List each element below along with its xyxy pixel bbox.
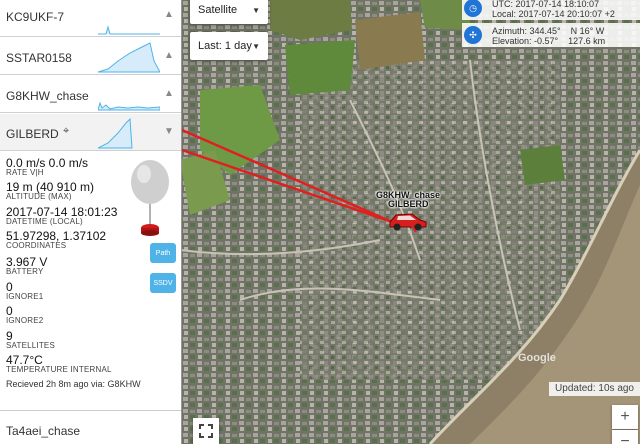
battery-label: BATTERY — [6, 267, 44, 276]
fullscreen-icon — [199, 424, 213, 438]
balloon-name: GILBERD — [6, 127, 59, 141]
altitude-label: ALTITUDE (MAX) — [6, 192, 72, 201]
time-range-select[interactable]: Last: 1 day ▼ — [190, 32, 268, 60]
rate-label: RATE V|H — [6, 168, 44, 177]
balloon-name: SSTAR0158 — [6, 51, 72, 65]
altitude-sparkline — [98, 101, 160, 111]
balloon-icon — [131, 160, 169, 236]
satellites-label: SATELLITES — [6, 341, 55, 350]
time-range-value: Last: 1 day — [198, 40, 252, 52]
chase-car-icon[interactable] — [386, 210, 428, 232]
received-status: Recieved 2h 8m ago via: G8KHW — [6, 379, 141, 389]
utc-time: UTC: 2017-07-14 18:10:07 — [492, 0, 600, 9]
temperature-label: TEMPERATURE INTERNAL — [6, 365, 112, 374]
updated-status: Updated: 10s ago — [549, 382, 640, 396]
balloon-item-kc9ukf-7[interactable]: KC9UKF-7 ▲ — [0, 0, 181, 37]
datetime-label: DATETIME (LOCAL) — [6, 217, 83, 226]
path-button[interactable]: Path — [150, 243, 176, 263]
fullscreen-button[interactable] — [193, 418, 219, 444]
zoom-out-button[interactable]: − — [612, 430, 638, 444]
balloon-item-sstar0158[interactable]: SSTAR0158 ▲ — [0, 38, 181, 75]
azimuth-value: Azimuth: 344.45° — [492, 26, 561, 36]
direction-value: N 16° W — [570, 26, 605, 36]
ssdv-button[interactable]: SSDV — [150, 273, 176, 293]
ignore2-label: IGNORE2 — [6, 316, 44, 325]
altitude-sparkline — [98, 25, 160, 35]
chevron-down-icon: ▼ — [252, 41, 260, 51]
coordinates-label: COORDINATES — [6, 241, 67, 250]
google-watermark: Google — [518, 352, 556, 364]
distance-value: 127.6 km — [568, 36, 606, 46]
balloon-name: KC9UKF-7 — [6, 10, 65, 24]
elevation-value: Elevation: -0.57° — [492, 36, 559, 46]
collapse-arrow-icon[interactable]: ▲ — [164, 88, 174, 99]
altitude-sparkline — [98, 117, 133, 149]
map-type-value: Satellite — [198, 4, 238, 16]
time-info-box: ◷ UTC: 2017-07-14 18:10:07 Local: 2017-0… — [462, 0, 640, 20]
target-icon[interactable]: ⌖ — [63, 125, 69, 138]
ignore1-label: IGNORE1 — [6, 292, 44, 301]
collapse-arrow-icon[interactable]: ▲ — [164, 9, 174, 20]
collapse-arrow-icon[interactable]: ▲ — [164, 50, 174, 61]
compass-icon: ✣ — [464, 26, 482, 44]
map-type-select[interactable]: Satellite ▼ — [190, 0, 268, 24]
balloon-name: Ta4aei_chase — [6, 424, 81, 438]
local-time: Local: 2017-07-14 20:10:07 +2 — [492, 9, 615, 19]
altitude-sparkline — [98, 42, 160, 73]
balloon-details: 0.0 m/s 0.0 m/s RATE V|H 19 m (40 910 m)… — [0, 150, 181, 408]
sidebar: KC9UKF-7 ▲ SSTAR0158 ▲ G8KHW_chase ▲ GIL… — [0, 0, 182, 444]
look-angles-box: ✣ Azimuth: 344.45° N 16° W Elevation: -0… — [462, 23, 640, 47]
payload-label: GILBERD — [388, 199, 429, 209]
balloon-item-g8khw-chase[interactable]: G8KHW_chase ▲ — [0, 76, 181, 113]
balloon-item-ta4aei-chase[interactable]: Ta4aei_chase — [0, 410, 181, 444]
expand-arrow-icon[interactable]: ▼ — [164, 126, 174, 137]
balloon-item-gilberd[interactable]: GILBERD ⌖ ▼ — [0, 114, 181, 151]
balloon-name: G8KHW_chase — [6, 89, 89, 103]
clock-icon: ◷ — [464, 0, 482, 17]
chevron-down-icon: ▼ — [252, 5, 260, 15]
zoom-in-button[interactable]: + — [612, 405, 638, 429]
